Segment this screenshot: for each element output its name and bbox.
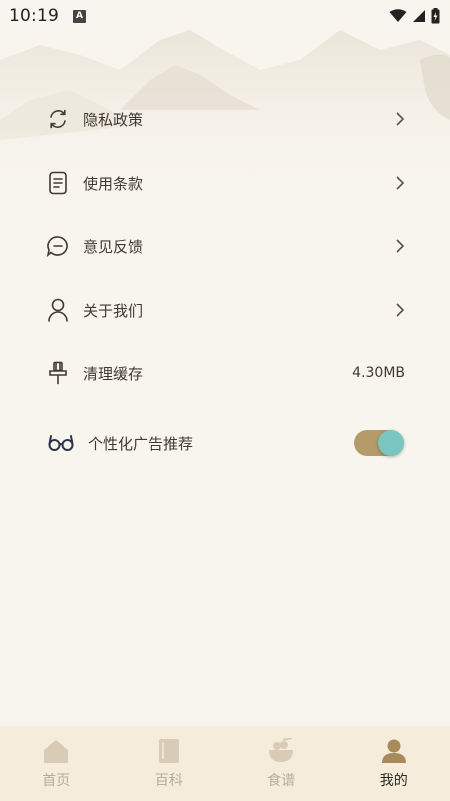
tab-label: 食谱 xyxy=(267,773,296,789)
tab-recipes[interactable]: 食谱 xyxy=(225,726,338,801)
menu-item-about-us[interactable]: 关于我们 xyxy=(0,283,450,337)
broom-icon xyxy=(44,359,72,387)
sync-icon xyxy=(44,105,72,133)
tab-encyclopedia[interactable]: 百科 xyxy=(113,726,226,801)
book-icon xyxy=(155,737,183,765)
menu-item-privacy-policy[interactable]: 隐私政策 xyxy=(0,92,450,146)
person-icon xyxy=(44,296,72,324)
tab-label: 百科 xyxy=(154,773,183,789)
document-icon xyxy=(44,169,72,197)
personalized-ads-toggle[interactable] xyxy=(354,430,404,456)
menu-item-label: 清理缓存 xyxy=(83,364,144,383)
menu-item-label: 关于我们 xyxy=(83,301,144,320)
bottom-tab-bar: 首页 百科 食谱 我的 xyxy=(0,726,450,801)
chevron-right-icon xyxy=(396,239,405,253)
chevron-right-icon xyxy=(396,176,405,190)
user-icon xyxy=(380,737,408,765)
menu-item-label: 意见反馈 xyxy=(83,237,144,256)
tab-home[interactable]: 首页 xyxy=(0,726,113,801)
battery-icon xyxy=(431,8,440,24)
cell-signal-icon xyxy=(413,10,425,22)
menu-item-label: 隐私政策 xyxy=(83,110,144,129)
glasses-icon xyxy=(47,429,75,457)
tab-mine[interactable]: 我的 xyxy=(338,726,450,801)
tab-label: 我的 xyxy=(379,773,408,789)
menu-item-label: 使用条款 xyxy=(83,174,144,193)
tab-label: 首页 xyxy=(42,773,71,789)
toggle-knob xyxy=(378,430,404,456)
chat-bubble-icon xyxy=(44,232,72,260)
status-icons xyxy=(389,8,440,24)
chevron-right-icon xyxy=(396,112,405,126)
status-time: 10:19 xyxy=(9,6,59,26)
menu-item-feedback[interactable]: 意见反馈 xyxy=(0,219,450,273)
menu-item-terms-of-use[interactable]: 使用条款 xyxy=(0,156,450,210)
cache-size-value: 4.30MB xyxy=(352,365,405,381)
notification-badge-icon: A xyxy=(73,9,86,23)
bowl-icon xyxy=(267,737,295,765)
menu-item-label: 个性化广告推荐 xyxy=(88,434,194,453)
wifi-icon xyxy=(389,9,407,22)
home-icon xyxy=(42,737,70,765)
status-bar: 10:19 A xyxy=(0,0,450,32)
menu-item-personalized-ads: 个性化广告推荐 xyxy=(0,416,450,470)
menu-item-clear-cache[interactable]: 清理缓存 4.30MB xyxy=(0,346,450,400)
chevron-right-icon xyxy=(396,303,405,317)
